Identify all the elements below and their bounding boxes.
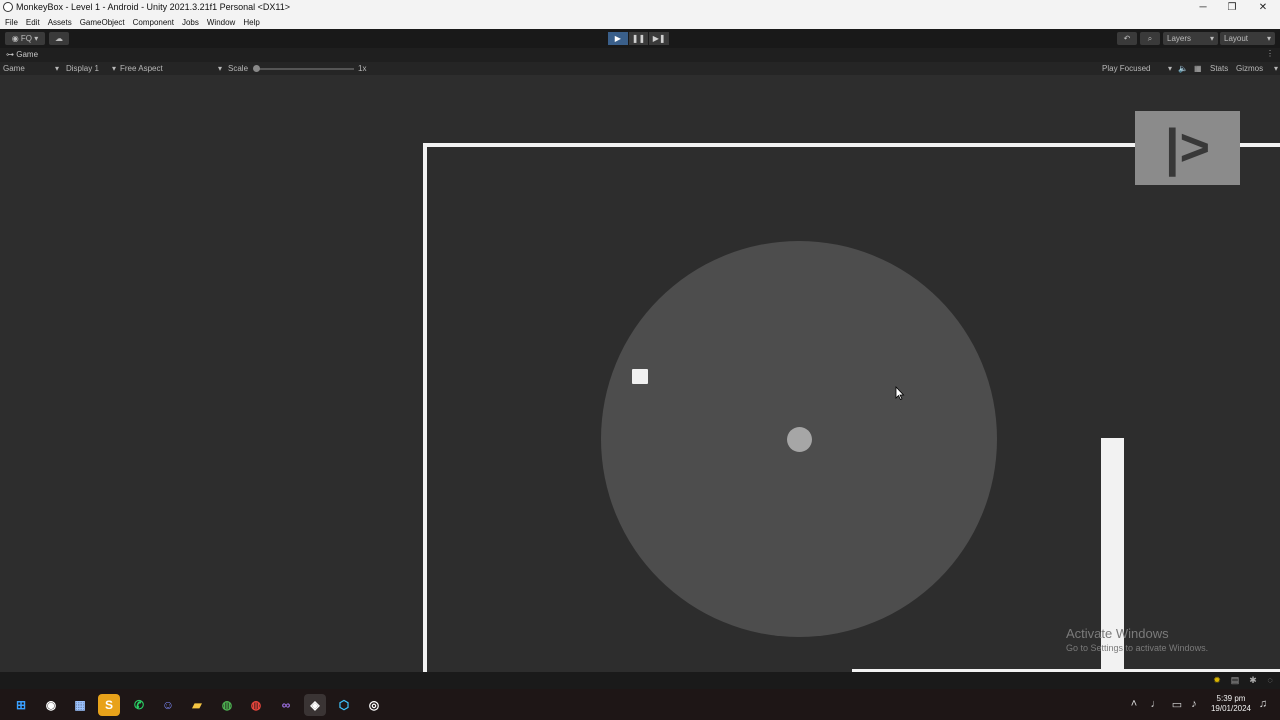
chrome-icon[interactable]: ◍ xyxy=(245,694,267,716)
sublime-text-icon[interactable]: S xyxy=(98,694,120,716)
step-button[interactable]: ▶❚ xyxy=(649,32,670,45)
display-dropdown[interactable]: Display 1 ▾ xyxy=(66,64,116,73)
tab-game-label: Game xyxy=(16,50,39,59)
menu-bar: File Edit Assets GameObject Component Jo… xyxy=(0,15,1280,29)
microphone-icon[interactable]: ♩ xyxy=(1149,698,1163,710)
player-box xyxy=(632,369,648,384)
scale-slider-handle[interactable] xyxy=(253,65,260,72)
left-wall xyxy=(423,143,427,672)
gizmos-dropdown[interactable]: Gizmos ▾ xyxy=(1236,64,1278,73)
account-label: FQ xyxy=(20,34,33,43)
history-icon[interactable]: ↶ xyxy=(1117,32,1137,45)
game-view[interactable]: |> Activate Windows Go to Settings to ac… xyxy=(0,75,1280,672)
close-button[interactable]: ✕ xyxy=(1248,0,1278,15)
chevron-down-icon: ▾ xyxy=(1273,64,1278,73)
more-options-icon[interactable]: ⋮ xyxy=(1266,49,1274,58)
aspect-label: Free Aspect xyxy=(120,64,163,73)
menu-window[interactable]: Window xyxy=(207,18,235,27)
game-tab-bar: ⊶ Game ⋮ xyxy=(0,48,1280,62)
play-mode-label: Play Focused xyxy=(1102,64,1151,73)
chevron-down-icon: ▾ xyxy=(1266,34,1271,43)
disc-center-dot xyxy=(787,427,812,452)
media-player-icon[interactable]: ◉ xyxy=(40,694,62,716)
chevron-down-icon: ▾ xyxy=(1167,64,1172,73)
next-level-button[interactable]: |> xyxy=(1135,111,1240,185)
file-explorer-icon[interactable]: ▰ xyxy=(186,694,208,716)
menu-help[interactable]: Help xyxy=(243,18,259,27)
chevron-up-icon[interactable]: ˄ xyxy=(1127,698,1141,710)
unity-hub-icon[interactable]: ⬡ xyxy=(333,694,355,716)
chrome-dev-icon[interactable]: ◍ xyxy=(216,694,238,716)
clock-time: 5:39 pm xyxy=(1216,694,1246,703)
window-title-bar: MonkeyBox - Level 1 - Android - Unity 20… xyxy=(0,0,1280,15)
network-icon[interactable]: ▭ xyxy=(1170,698,1184,711)
chevron-down-icon: ▾ xyxy=(54,64,59,73)
main-toolbar: ◉ FQ ▾ ☁ ▶ ❚❚ ▶❚ ↶ ⌕ Layers ▾ Layout ▾ xyxy=(0,29,1280,48)
view-mode-label: Game xyxy=(3,64,25,73)
layers-label: Layers xyxy=(1167,34,1192,43)
cloud-icon[interactable]: ☁ xyxy=(49,32,69,45)
clock-date: 19/01/2024 xyxy=(1210,704,1252,713)
account-dropdown[interactable]: ◉ FQ ▾ xyxy=(5,32,45,45)
chevron-down-icon: ▾ xyxy=(1209,34,1214,43)
layout-dropdown[interactable]: Layout ▾ xyxy=(1220,32,1275,45)
scale-slider-track[interactable] xyxy=(256,68,354,70)
menu-edit[interactable]: Edit xyxy=(26,18,40,27)
menu-gameobject[interactable]: GameObject xyxy=(80,18,125,27)
scale-label: Scale xyxy=(228,64,249,73)
activate-windows-watermark: Activate Windows Go to Settings to activ… xyxy=(1066,626,1208,653)
account-icon: ◉ xyxy=(11,34,21,43)
pause-button[interactable]: ❚❚ xyxy=(628,32,649,45)
chevron-down-icon: ▾ xyxy=(32,34,39,43)
scale-value: 1x xyxy=(358,64,367,73)
aspect-dropdown[interactable]: Free Aspect ▾ xyxy=(120,64,222,73)
volume-icon[interactable]: ♪ xyxy=(1187,698,1201,710)
menu-assets[interactable]: Assets xyxy=(48,18,72,27)
windows-start-icon[interactable]: ⊞ xyxy=(10,694,32,716)
windows-taskbar: ⊞ ◉ ▦ S ✆ ☺ ▰ ◍ ◍ ∞ ◈ ⬡ ◎ ˄ ♩ ▭ ♪ 5:39 p… xyxy=(0,689,1280,720)
game-view-toolbar: Game ▾ Display 1 ▾ Free Aspect ▾ Scale 1x P… xyxy=(0,62,1280,75)
visual-studio-icon[interactable]: ∞ xyxy=(275,694,297,716)
menu-component[interactable]: Component xyxy=(133,18,174,27)
debug-icon[interactable]: ✱ xyxy=(1248,675,1258,685)
whatsapp-icon[interactable]: ✆ xyxy=(128,694,150,716)
recorder-icon[interactable]: ◎ xyxy=(363,694,385,716)
view-mode-dropdown[interactable]: Game ▾ xyxy=(3,64,59,73)
cache-icon[interactable]: ▤ xyxy=(1230,675,1240,685)
notification-bell-icon[interactable]: ♫ xyxy=(1256,698,1270,710)
chevron-down-icon: ▾ xyxy=(217,64,222,73)
gizmos-label: Gizmos xyxy=(1236,64,1264,73)
mouse-cursor-icon xyxy=(895,386,905,400)
restore-button[interactable]: ❐ xyxy=(1217,0,1247,15)
menu-file[interactable]: File xyxy=(5,18,18,27)
discord-icon[interactable]: ☺ xyxy=(157,694,179,716)
watermark-subtitle: Go to Settings to activate Windows. xyxy=(1066,643,1209,653)
unity-icon[interactable]: ◈ xyxy=(304,694,326,716)
watermark-title: Activate Windows xyxy=(1066,626,1169,641)
unity-logo-icon xyxy=(3,2,13,12)
tab-game[interactable]: ⊶ Game xyxy=(6,50,38,59)
display-label: Display 1 xyxy=(66,64,99,73)
layers-dropdown[interactable]: Layers ▾ xyxy=(1163,32,1218,45)
search-icon[interactable]: ⌕ xyxy=(1140,32,1160,45)
stats-icon: ▦ xyxy=(1194,64,1202,73)
mute-audio-icon[interactable]: 🔈 xyxy=(1178,64,1188,73)
chevron-down-icon: ▾ xyxy=(111,64,116,73)
play-button[interactable]: ▶ xyxy=(608,32,628,45)
layout-label: Layout xyxy=(1224,34,1249,43)
minimize-button[interactable]: ─ xyxy=(1188,0,1218,15)
play-mode-dropdown[interactable]: Play Focused ▾ xyxy=(1102,64,1172,73)
window-title: MonkeyBox - Level 1 - Android - Unity 20… xyxy=(16,2,290,12)
lighting-icon[interactable]: ✹ xyxy=(1212,675,1222,685)
gamepad-icon: ⊶ xyxy=(6,50,17,59)
system-clock[interactable]: 5:39 pm 19/01/2024 xyxy=(1208,694,1254,714)
editor-status-bar: ✹ ▤ ✱ ◌ xyxy=(0,672,1280,689)
stats-button[interactable]: Stats xyxy=(1210,64,1228,73)
calculator-icon[interactable]: ▦ xyxy=(69,694,91,716)
progress-icon[interactable]: ◌ xyxy=(1265,675,1275,685)
menu-jobs[interactable]: Jobs xyxy=(182,18,199,27)
playback-controls: ▶ ❚❚ ▶❚ xyxy=(608,32,670,45)
